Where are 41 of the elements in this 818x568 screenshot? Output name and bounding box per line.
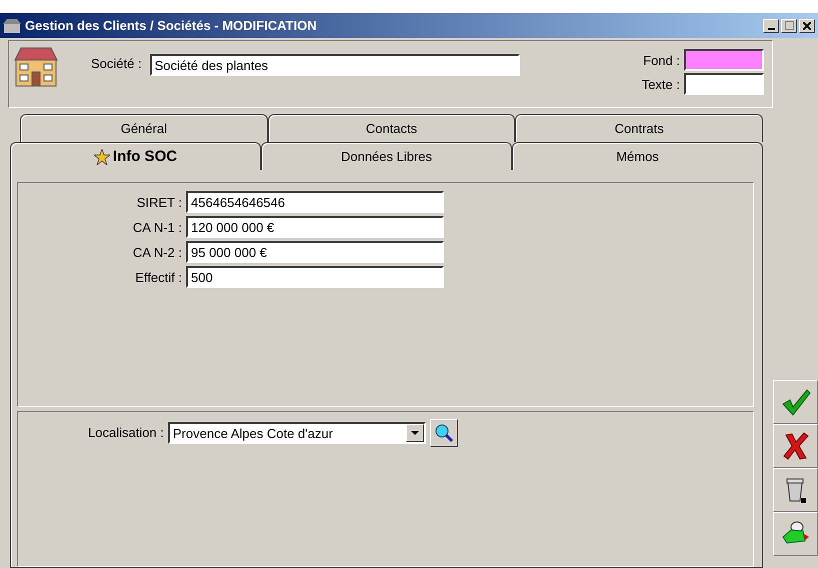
field-label: SIRET : <box>136 194 182 210</box>
field-label: Fond : <box>642 52 680 68</box>
location-dropdown[interactable]: Provence Alpes Cote d'azur <box>168 422 426 444</box>
star-icon <box>94 148 110 164</box>
close-icon <box>803 22 811 30</box>
minimize-button[interactable] <box>763 18 779 32</box>
dropdown-arrow-icon <box>410 431 419 435</box>
delete-button[interactable] <box>773 468 818 512</box>
maximize-icon <box>784 21 794 30</box>
field-label: Localisation : <box>88 425 164 440</box>
building-icon <box>3 18 21 34</box>
cancel-button[interactable] <box>773 424 818 468</box>
company-field[interactable]: Société des plantes <box>150 54 520 76</box>
search-button[interactable] <box>430 419 458 447</box>
window-title: Gestion des Clients / Sociétés - MODIFICATION <box>25 18 318 33</box>
maximize-button[interactable] <box>781 18 797 32</box>
tab[interactable]: Contacts <box>268 114 516 142</box>
input-field[interactable]: 95 000 000 € <box>186 241 444 263</box>
close-button[interactable] <box>799 18 815 32</box>
trash-can-icon <box>784 476 806 504</box>
tab[interactable]: Contrats <box>515 114 764 142</box>
color-swatch[interactable] <box>684 49 764 71</box>
field-label: Société : <box>91 56 142 71</box>
input-field[interactable]: 500 <box>186 266 444 288</box>
field-label: CA N-1 : <box>132 220 182 234</box>
minimize-icon <box>768 28 774 30</box>
field-label: Texte : <box>642 76 680 92</box>
tab[interactable]: Données Libres <box>261 142 512 170</box>
tab[interactable]: Mémos <box>512 142 763 170</box>
tab[interactable]: Général <box>20 114 268 142</box>
exit-button[interactable] <box>773 512 818 556</box>
checkmark-icon <box>780 388 810 416</box>
field-label: CA N-2 : <box>132 244 182 260</box>
input-field[interactable]: 4564654646546 <box>186 191 444 213</box>
validate-button[interactable] <box>773 380 818 424</box>
color-swatch[interactable] <box>684 73 764 95</box>
cross-icon <box>782 432 808 460</box>
field-label: Effectif : <box>134 270 182 284</box>
tab[interactable]: Info SOC <box>10 142 261 170</box>
input-field[interactable]: 120 000 000 € <box>186 216 444 238</box>
search-icon <box>434 423 454 443</box>
